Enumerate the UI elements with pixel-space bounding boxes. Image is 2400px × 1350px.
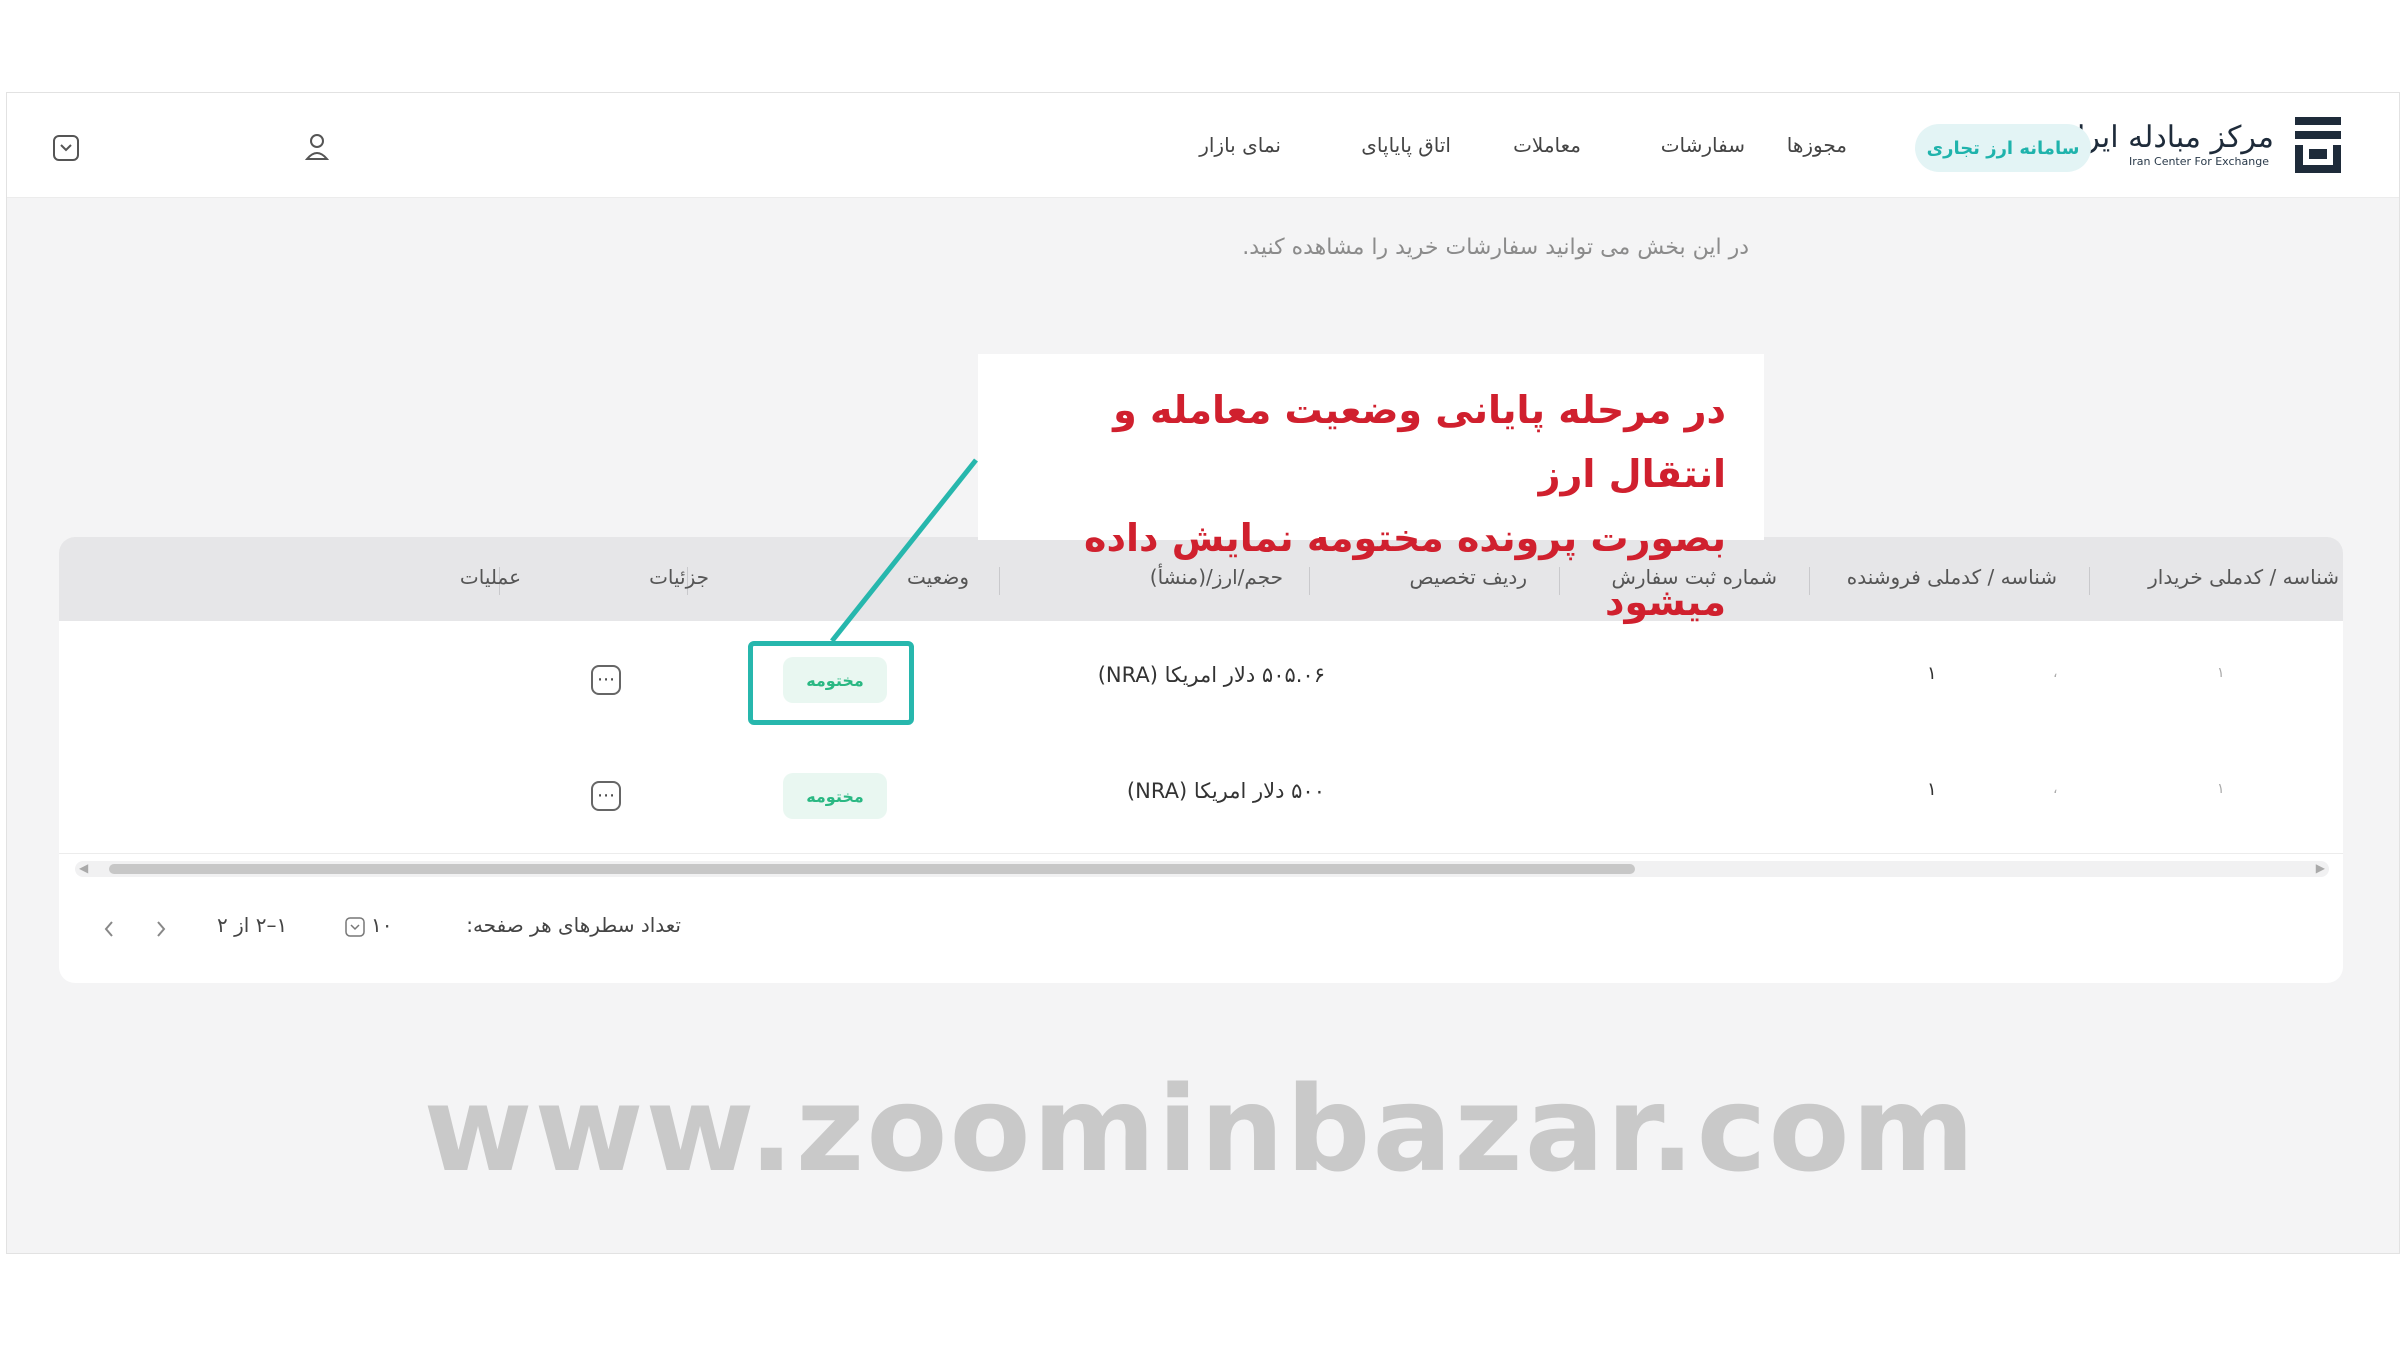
volume-cell: ۵۰۰ دلار امریکا (NRA) — [1126, 779, 1325, 803]
logo-subtitle: Iran Center For Exchange — [2129, 155, 2269, 168]
seller-separator: ، — [2053, 781, 2058, 797]
col-details: جزئیات — [649, 565, 709, 589]
col-seller-id: شناسه / کدملی فروشنده — [1846, 565, 2057, 589]
horizontal-scrollbar[interactable]: ◀ ▶ — [75, 861, 2329, 877]
logo-title: مرکز مبادله ایران — [2055, 120, 2274, 155]
commercial-currency-tab[interactable]: سامانه ارز تجاری — [1915, 124, 2091, 172]
seller-separator: ، — [2053, 665, 2058, 681]
column-divider — [1809, 567, 1810, 595]
rows-per-page-value[interactable]: ۱۰ — [371, 913, 392, 937]
buyer-id-cell: ۱ — [2217, 781, 2225, 797]
nav-trades[interactable]: معاملات — [1513, 133, 1581, 157]
col-operations: عملیات — [459, 565, 521, 589]
page-range: ۱–۲ از ۲ — [217, 913, 288, 937]
status-badge: مختومه — [783, 773, 887, 819]
chevron-down-icon[interactable] — [53, 135, 79, 161]
volume-cell: ۵۰۵.۰۶ دلار امریکا (NRA) — [1097, 663, 1325, 687]
table-row[interactable]: ۱ ، ۱ ۵۰۵.۰۶ دلار امریکا (NRA) مختومه ⋯ — [59, 621, 2343, 738]
nav-licenses[interactable]: مجوزها — [1787, 133, 1847, 157]
annotation-line-1: در مرحله پایانی وضعیت معامله و انتقال ار… — [1113, 388, 1726, 496]
column-divider — [2089, 567, 2090, 595]
col-status: وضعیت — [907, 565, 969, 589]
seller-id-cell: ۱ — [1927, 779, 1937, 800]
scroll-right-icon[interactable]: ▶ — [2316, 861, 2325, 875]
chevron-left-icon[interactable] — [99, 917, 119, 941]
more-icon[interactable]: ⋯ — [591, 781, 621, 811]
logo: مرکز مبادله ایران Iran Center For Exchan… — [2055, 120, 2274, 169]
page-description: در این بخش می توانید سفارشات خرید را مشا… — [1242, 235, 1749, 260]
top-navbar: مرکز مبادله ایران Iran Center For Exchan… — [7, 93, 2399, 198]
nav-market-view[interactable]: نمای بازار — [1199, 133, 1281, 157]
seller-id-cell: ۱ — [1927, 663, 1937, 684]
scroll-left-icon[interactable]: ◀ — [79, 861, 88, 875]
annotation-callout: در مرحله پایانی وضعیت معامله و انتقال ار… — [978, 354, 1764, 624]
nav-orders[interactable]: سفارشات — [1661, 133, 1745, 157]
table-row[interactable]: ۱ ، ۱ ۵۰۰ دلار امریکا (NRA) مختومه ⋯ — [59, 737, 2343, 854]
rows-per-page-label: تعداد سطرهای هر صفحه: — [466, 913, 681, 937]
status-highlight-box — [748, 641, 914, 725]
annotation-text: در مرحله پایانی وضعیت معامله و انتقال ار… — [986, 378, 1726, 634]
user-icon[interactable] — [305, 133, 329, 161]
chevron-right-icon[interactable] — [151, 917, 171, 941]
logo-mark-icon — [2295, 117, 2341, 173]
buyer-id-cell: ۱ — [2217, 665, 2225, 681]
scrollbar-thumb[interactable] — [109, 864, 1635, 874]
nav-clearing-room[interactable]: اتاق پایاپای — [1361, 133, 1451, 157]
chevron-down-icon[interactable] — [345, 917, 365, 937]
watermark: www.zoominbazar.com — [423, 1060, 1977, 1198]
annotation-line-2: بصورت پرونده مختومه نمایش داده میشود — [1084, 516, 1726, 624]
col-buyer-id: شناسه / کدملی خریدار — [2148, 565, 2339, 589]
more-icon[interactable]: ⋯ — [591, 665, 621, 695]
